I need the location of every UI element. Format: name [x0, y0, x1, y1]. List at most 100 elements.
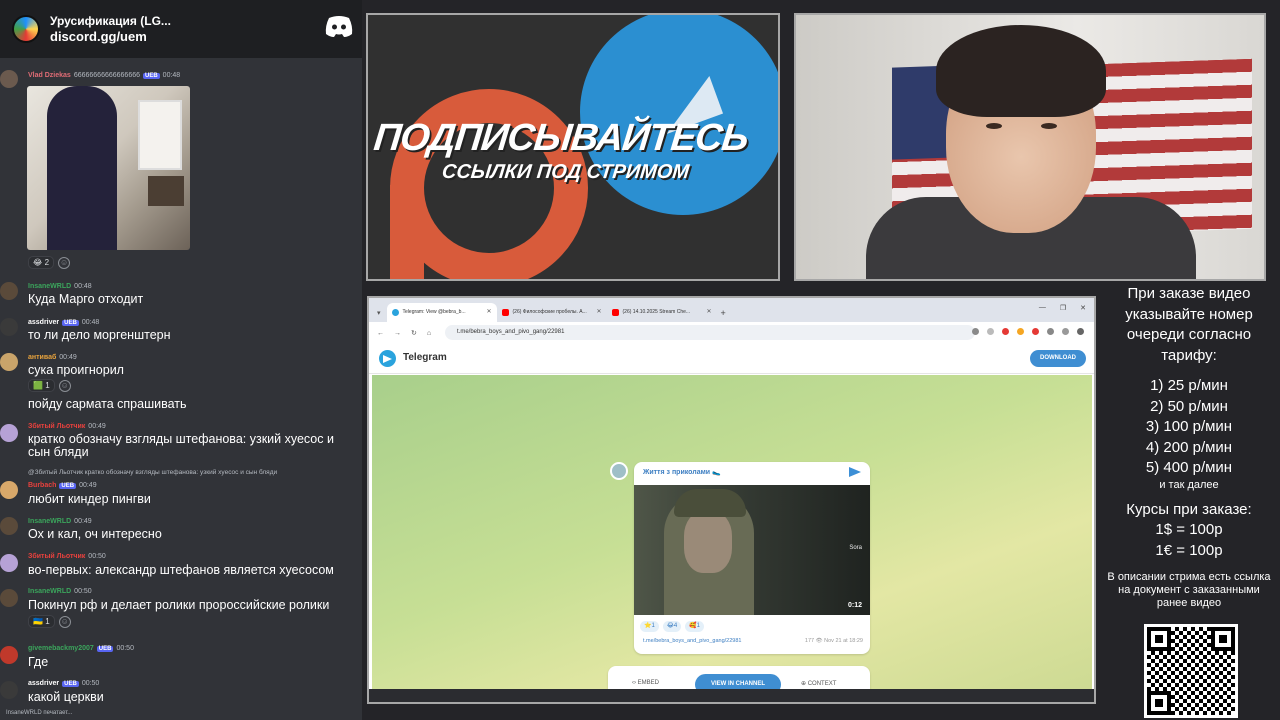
avatar [0, 517, 18, 535]
star-icon[interactable] [987, 328, 994, 335]
add-reaction-icon[interactable]: ☺ [58, 256, 71, 269]
embed-button[interactable]: ‹› EMBED [632, 680, 659, 686]
browser-tab[interactable]: (26) Философские пробелы. А... ✕ [497, 303, 607, 322]
tab-label: (26) Философские пробелы. А... [512, 309, 587, 315]
browser-tab[interactable]: Telegram: View @bebra_b... ✕ [386, 303, 497, 322]
qr-finder [1147, 627, 1171, 651]
extensions-puzzle-icon[interactable] [1047, 328, 1054, 335]
message-author[interactable]: Збитый Льотчик [28, 553, 85, 560]
message-author[interactable]: Збитый Льотчик [28, 423, 85, 430]
channel-avatar[interactable] [610, 462, 628, 480]
telegram-logo-icon[interactable] [379, 350, 396, 367]
telegram-header: Telegram DOWNLOAD [369, 344, 1094, 374]
message-text: какой церкви [28, 690, 104, 704]
view-count: 177 [804, 638, 815, 644]
message-author[interactable]: Burbach [28, 482, 56, 489]
message-time: 00:50 [81, 680, 100, 687]
description-note: В описании стрима есть ссылка на докумен… [1107, 571, 1271, 609]
context-button[interactable]: ⊕ CONTEXT [801, 680, 836, 687]
telegram-share-icon[interactable] [849, 467, 861, 477]
reply-preview[interactable]: @Збитый Льотчик кратко обозначу взгляды … [28, 469, 277, 476]
reaction[interactable]: ⭐1 [640, 621, 659, 632]
profile-icon[interactable] [1062, 328, 1069, 335]
message-author[interactable]: антиваб [28, 354, 56, 361]
message-time: 00:49 [74, 518, 92, 525]
discord-server-header: Урусификация (LG... discord.gg/uem [0, 0, 362, 58]
close-tab-icon[interactable]: ✕ [596, 308, 601, 315]
message-text: Куда Марго отходит [28, 292, 144, 306]
reaction[interactable]: 🥰1 [685, 621, 705, 632]
qr-code[interactable] [1144, 624, 1238, 718]
ueb-badge: UEB [59, 482, 77, 489]
extension-icon[interactable] [1002, 328, 1009, 335]
server-invite-link[interactable]: discord.gg/uem [50, 29, 171, 45]
streamer-eye [986, 123, 1002, 129]
telegram-favicon-icon [391, 309, 399, 316]
reaction[interactable]: 😂4 [662, 621, 682, 632]
add-reaction-icon[interactable]: ☺ [58, 379, 71, 392]
message-author[interactable]: assdriver [28, 319, 59, 326]
avatar [0, 353, 18, 371]
message-image[interactable] [27, 86, 190, 250]
tariff-item: 3) 100 р/мин [1145, 418, 1233, 435]
ueb-badge: UEB [143, 72, 160, 79]
reaction[interactable]: 🟩 1 [28, 379, 55, 392]
post-link[interactable]: t.me/bebra_boys_and_pivo_gang/22981 [643, 638, 741, 644]
telegram-app-name[interactable]: Telegram [403, 352, 447, 363]
close-tab-icon[interactable]: ✕ [706, 308, 711, 315]
home-icon[interactable]: ⌂ [427, 330, 431, 337]
tab-search-icon[interactable]: ▾ [375, 309, 387, 322]
tariff-item: 4) 200 р/мин [1145, 438, 1233, 456]
avatar [0, 424, 18, 442]
forward-icon[interactable]: → [394, 330, 401, 337]
message-reactions: 🟩 1 ☺ [28, 379, 71, 392]
extension-icon[interactable] [1032, 328, 1039, 335]
extension-icon[interactable] [1017, 328, 1024, 335]
download-button[interactable]: DOWNLOAD [1030, 350, 1086, 367]
reload-icon[interactable]: ↻ [411, 329, 417, 337]
reaction[interactable]: 🇺🇦 1 [28, 615, 55, 628]
message-author[interactable]: givemebackmy2007 [28, 645, 94, 652]
zoom-icon[interactable] [972, 328, 979, 335]
tab-label: (26) 14.10.2025 Stream Che... [622, 309, 691, 315]
message-author[interactable]: InsaneWRLD [28, 283, 71, 290]
message-author[interactable]: assdriver [28, 680, 59, 687]
banner-subtitle: ССЫЛКИ ПОД СТРИМОМ [440, 161, 691, 183]
video-duration: 0:12 [847, 602, 862, 609]
video-cap [674, 489, 746, 517]
qr-finder [1147, 691, 1171, 715]
post-video[interactable]: Sora 0:12 [634, 485, 870, 615]
browser-tab[interactable]: (26) 14.10.2025 Stream Che... ✕ [607, 303, 717, 322]
avatar [0, 282, 18, 300]
channel-name[interactable]: Життя з приколами 🥿 [643, 468, 721, 476]
discord-logo-icon [325, 16, 353, 37]
streamer-hair [936, 25, 1106, 117]
tariff-item: 1) 25 р/мин [1150, 377, 1228, 394]
image-person [47, 86, 117, 250]
maximize-icon[interactable]: ❐ [1060, 304, 1066, 312]
post-reactions: ⭐1 😂4 🥰1 [640, 621, 705, 632]
message-author[interactable]: InsaneWRLD [28, 588, 71, 595]
telegram-post: Життя з приколами 🥿 Sora 0:12 ⭐1 😂4 🥰1 t… [610, 462, 870, 654]
close-window-icon[interactable]: ✕ [1080, 304, 1086, 312]
typing-indicator: InsaneWRLD печатает... [6, 710, 73, 716]
back-icon[interactable]: ← [377, 330, 384, 337]
url-bar[interactable]: t.me/bebra_boys_and_pivo_gang/22981 [445, 325, 975, 340]
avatar [0, 318, 18, 336]
minimize-icon[interactable]: — [1039, 304, 1046, 312]
rate-item: 1$ = 100р [1155, 521, 1223, 538]
avatar [0, 646, 18, 664]
message-author[interactable]: InsaneWRLD [28, 518, 71, 525]
message-time: 00:50 [74, 588, 92, 595]
add-reaction-icon[interactable]: ☺ [58, 615, 71, 628]
avatar [0, 481, 18, 499]
image-window [138, 100, 182, 170]
video-face [684, 511, 732, 573]
new-tab-icon[interactable]: + [721, 308, 726, 322]
message-time: 00:50 [116, 645, 134, 652]
reaction[interactable]: 😂 2 [28, 256, 55, 269]
close-tab-icon[interactable]: ✕ [486, 308, 491, 315]
message-author[interactable]: Vlad Dziekas [28, 72, 71, 79]
menu-icon[interactable] [1077, 328, 1084, 335]
post-date: Nov 21 at 18:29 [824, 638, 863, 644]
